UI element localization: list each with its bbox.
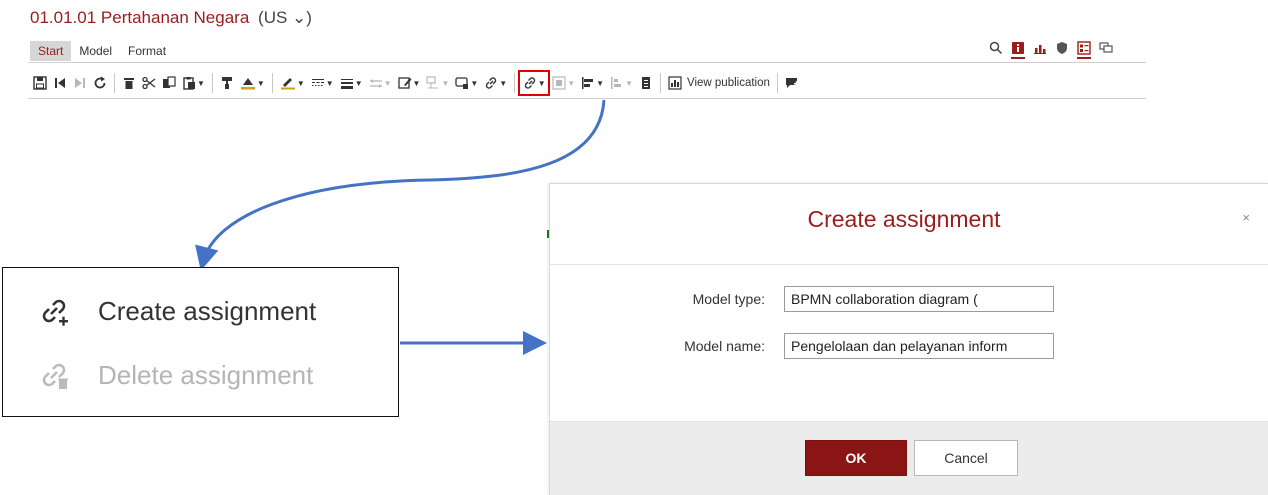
align-icon[interactable]: ▼ bbox=[578, 71, 607, 95]
delete-assignment-label: Delete assignment bbox=[98, 359, 314, 390]
delete-assignment-icon bbox=[36, 357, 72, 393]
assignment-link-icon[interactable]: ▼ bbox=[518, 70, 551, 96]
add-comment-icon[interactable] bbox=[782, 71, 802, 95]
shape-options-icon[interactable]: ▼ bbox=[452, 71, 481, 95]
line-weight-icon[interactable]: ▼ bbox=[337, 71, 366, 95]
model-name-input[interactable]: Pengelolaan dan pelayanan inform bbox=[784, 333, 1054, 359]
line-style-icon[interactable]: ▼ bbox=[308, 71, 337, 95]
paste-icon[interactable]: ▼ bbox=[179, 71, 208, 95]
properties-icon[interactable] bbox=[1073, 37, 1095, 59]
link-icon[interactable]: ▼ bbox=[481, 71, 510, 95]
model-name-value: Pengelolaan dan pelayanan inform bbox=[791, 338, 1008, 354]
ok-button[interactable]: OK bbox=[805, 440, 907, 476]
page-title: 01.01.01 Pertahanan Negara (US ⌄) bbox=[30, 8, 312, 28]
curved-arrow bbox=[195, 99, 606, 271]
bar-chart-icon[interactable] bbox=[1029, 37, 1051, 59]
create-assignment-dialog: Create assignment × Model type: BPMN col… bbox=[549, 183, 1268, 495]
toolbar-divider bbox=[28, 98, 1146, 99]
ribbon-tabs: Start Model Format bbox=[30, 41, 174, 61]
create-assignment-icon bbox=[36, 293, 72, 329]
copy-icon[interactable] bbox=[159, 71, 179, 95]
model-type-row: Model type: BPMN collaboration diagram ( bbox=[550, 285, 1268, 313]
publication-icon bbox=[668, 76, 682, 90]
line-color-icon[interactable]: ▼ bbox=[277, 71, 308, 95]
redo-icon[interactable] bbox=[70, 71, 90, 95]
frame-icon[interactable]: ▼ bbox=[549, 71, 578, 95]
create-assignment-label: Create assignment bbox=[98, 295, 317, 326]
cut-icon[interactable] bbox=[139, 71, 159, 95]
dialog-header-divider bbox=[550, 264, 1268, 265]
tab-format[interactable]: Format bbox=[120, 41, 174, 61]
shield-icon[interactable] bbox=[1051, 37, 1073, 59]
create-assignment-menu-item[interactable]: Create assignment bbox=[36, 293, 316, 329]
right-toolbar bbox=[985, 37, 1117, 59]
model-type-value: BPMN collaboration diagram ( bbox=[791, 291, 978, 307]
edit-attributes-icon[interactable]: ▼ bbox=[395, 71, 424, 95]
toolbar-separator bbox=[114, 73, 115, 93]
model-type-select[interactable]: BPMN collaboration diagram ( bbox=[784, 286, 1054, 312]
zoomed-dropdown-callout: Create assignment Delete assignment bbox=[2, 267, 399, 417]
toolbar-separator bbox=[514, 73, 516, 93]
toolbar-separator bbox=[211, 73, 213, 93]
info-icon[interactable] bbox=[1007, 37, 1029, 59]
search-icon[interactable] bbox=[985, 37, 1007, 59]
properties-panel-icon[interactable] bbox=[636, 71, 656, 95]
tab-model[interactable]: Model bbox=[71, 41, 120, 61]
toolbar-separator bbox=[271, 73, 273, 93]
line-arrows-icon[interactable]: ▼ bbox=[366, 71, 395, 95]
toolbar-separator bbox=[659, 73, 661, 93]
dialog-title: Create assignment bbox=[807, 206, 1001, 232]
model-type-label: Model type: bbox=[692, 291, 765, 307]
dialog-footer: OK Cancel bbox=[550, 421, 1268, 495]
model-title: 01.01.01 Pertahanan Negara bbox=[30, 8, 250, 27]
grid-options-icon[interactable]: ▼ bbox=[423, 71, 452, 95]
view-publication-label: View publication bbox=[686, 77, 770, 89]
model-name-row: Model name: Pengelolaan dan pelayanan in… bbox=[550, 332, 1268, 360]
toolbar-separator bbox=[776, 73, 778, 93]
view-publication-button[interactable]: View publication bbox=[665, 71, 773, 95]
distribute-icon[interactable]: ▼ bbox=[607, 71, 636, 95]
tab-start[interactable]: Start bbox=[30, 41, 72, 61]
model-name-label: Model name: bbox=[684, 338, 765, 354]
close-icon[interactable]: × bbox=[1242, 210, 1250, 225]
save-icon[interactable] bbox=[30, 71, 50, 95]
fill-color-icon[interactable]: ▼ bbox=[237, 71, 268, 95]
cancel-button[interactable]: Cancel bbox=[914, 440, 1018, 476]
undo-icon[interactable] bbox=[50, 71, 70, 95]
tabs-divider bbox=[28, 62, 1146, 63]
ribbon-toolbar: ▼ ▼ ▼ ▼ ▼ ▼ ▼ ▼ ▼ ▼ ▼ ▼ ▼ ▼ View publica… bbox=[30, 70, 802, 96]
refresh-icon[interactable] bbox=[90, 71, 110, 95]
delete-assignment-menu-item[interactable]: Delete assignment bbox=[36, 357, 313, 393]
format-painter-icon[interactable] bbox=[217, 71, 237, 95]
chat-icon[interactable] bbox=[1095, 37, 1117, 59]
delete-icon[interactable] bbox=[119, 71, 139, 95]
language-selector[interactable]: (US ⌄) bbox=[258, 8, 312, 27]
